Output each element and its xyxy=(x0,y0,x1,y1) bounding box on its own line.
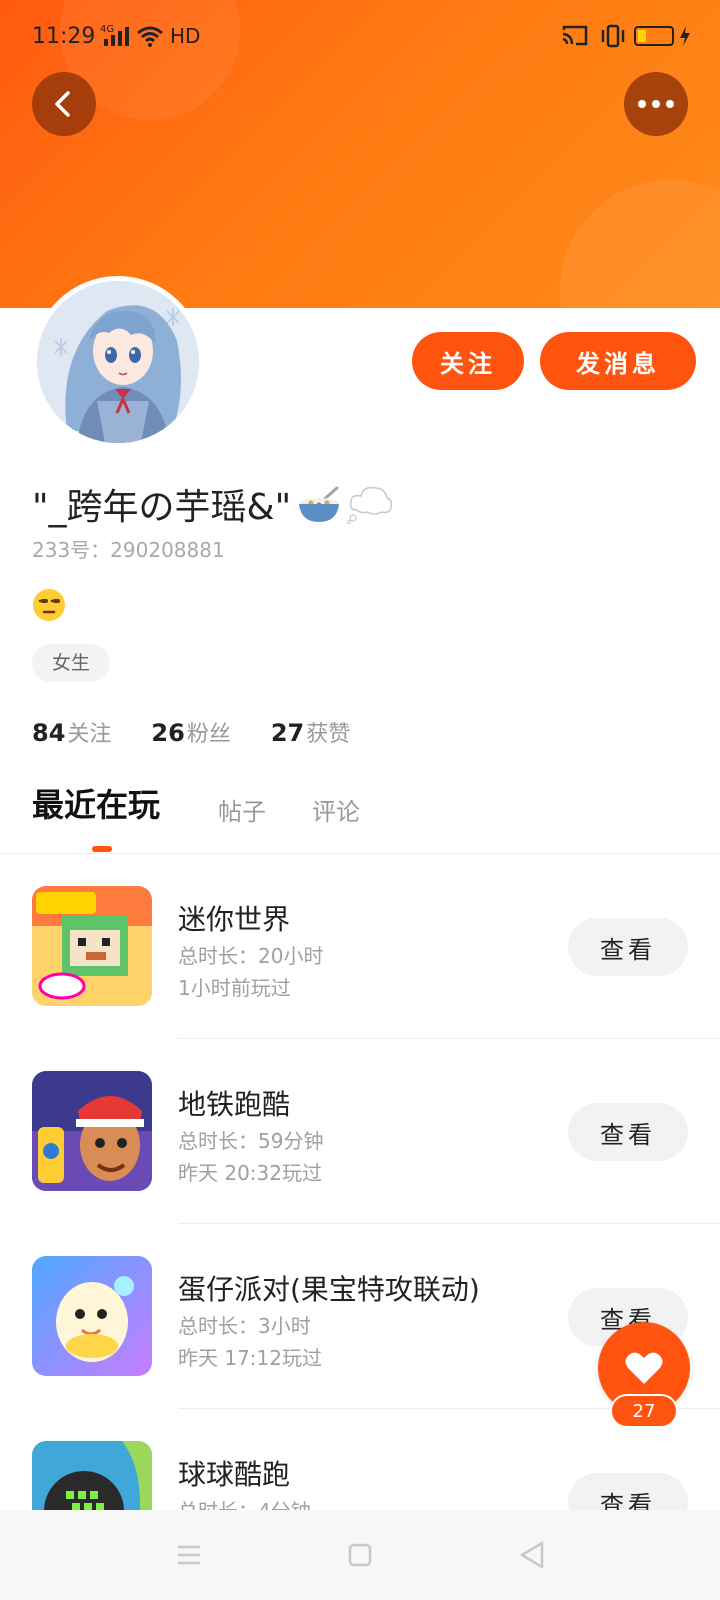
more-options-button[interactable] xyxy=(624,72,688,136)
fans-stat[interactable]: 26 粉丝 xyxy=(151,716,230,748)
eggy-party-game-icon xyxy=(32,1256,152,1376)
game-last-played: 昨天 17:12玩过 xyxy=(178,1346,322,1370)
bowl-emoji-icon xyxy=(299,486,340,522)
follow-button[interactable]: 关注 xyxy=(412,332,524,390)
more-horizontal-icon xyxy=(638,100,674,108)
user-avatar[interactable] xyxy=(32,276,204,448)
game-total-duration: 总时长：59分钟 xyxy=(178,1129,324,1153)
chevron-left-icon xyxy=(55,91,70,117)
profile-stats: 84 关注 26 粉丝 27 获赞 xyxy=(32,716,350,748)
banner-decoration xyxy=(560,180,720,308)
likes-label: 获赞 xyxy=(306,722,351,747)
status-bar: 11:29 4G HD xyxy=(0,0,720,72)
following-stat[interactable]: 84 关注 xyxy=(32,716,111,748)
send-message-button[interactable]: 发消息 xyxy=(540,332,696,390)
battery-icon xyxy=(634,26,674,46)
nickname-text: "_跨年の芋瑶&" xyxy=(32,487,292,528)
profile-header-banner: 11:29 4G HD xyxy=(0,0,720,308)
cast-icon xyxy=(562,25,588,46)
subway-surfers-game-icon xyxy=(32,1071,152,1191)
game-title: 球球酷跑 xyxy=(178,1458,291,1491)
game-title: 地铁跑酷 xyxy=(178,1088,291,1121)
profile-tabs: 最近在玩 帖子 评论 xyxy=(32,786,692,852)
status-time: 11:29 xyxy=(32,24,96,49)
game-title: 蛋仔派对(果宝特攻联动) xyxy=(178,1273,480,1306)
user-id: 233号：290208881 xyxy=(32,538,225,562)
charging-icon xyxy=(680,26,690,46)
vibrate-icon xyxy=(601,24,625,48)
game-last-played: 1小时前玩过 xyxy=(178,976,291,1000)
system-navigation-bar xyxy=(0,1510,720,1600)
tab-posts[interactable]: 帖子 xyxy=(218,792,266,827)
fans-label: 粉丝 xyxy=(186,722,231,747)
view-game-button[interactable]: 查看 xyxy=(568,1103,688,1161)
back-triangle-icon[interactable] xyxy=(518,1540,546,1570)
home-icon[interactable] xyxy=(348,1542,372,1568)
mini-world-game-icon xyxy=(32,886,152,1006)
heart-icon xyxy=(625,1352,663,1384)
list-item[interactable]: 地铁跑酷 总时长：59分钟 昨天 20:32玩过 查看 xyxy=(0,1039,720,1224)
game-total-duration: 总时长：3小时 xyxy=(178,1314,311,1338)
wifi-icon xyxy=(137,26,163,47)
likes-stat[interactable]: 27 获赞 xyxy=(271,716,350,748)
likes-count: 27 xyxy=(270,719,305,747)
tab-recently-played[interactable]: 最近在玩 xyxy=(32,780,160,826)
avatar-image xyxy=(37,281,199,443)
hd-label: HD xyxy=(170,24,201,48)
list-item[interactable]: 迷你世界 总时长：20小时 1小时前玩过 查看 xyxy=(0,854,720,1039)
gender-tag: 女生 xyxy=(32,644,111,682)
fans-count: 26 xyxy=(151,719,185,747)
view-game-button[interactable]: 查看 xyxy=(568,918,688,976)
game-last-played: 昨天 20:32玩过 xyxy=(178,1161,322,1185)
menu-icon[interactable] xyxy=(176,1542,202,1568)
network-type-label: 4G xyxy=(100,24,115,35)
thought-bubble-icon xyxy=(347,486,393,524)
unamused-face-icon xyxy=(33,589,65,621)
user-nickname: "_跨年の芋瑶&" xyxy=(32,478,393,530)
game-title: 迷你世界 xyxy=(178,903,291,936)
back-button[interactable] xyxy=(32,72,96,136)
tab-comments[interactable]: 评论 xyxy=(312,792,360,827)
active-tab-indicator xyxy=(92,846,112,852)
like-count-badge: 27 xyxy=(610,1394,678,1428)
game-total-duration: 总时长：20小时 xyxy=(178,944,324,968)
following-label: 关注 xyxy=(67,722,112,747)
following-count: 84 xyxy=(32,719,66,747)
